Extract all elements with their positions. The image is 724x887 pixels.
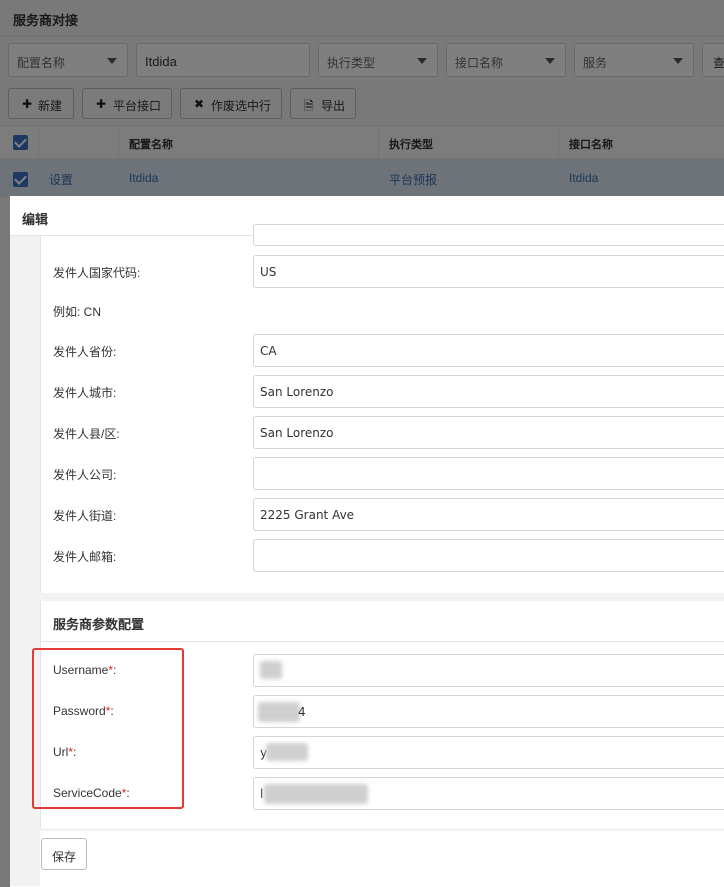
sender-country-code-field[interactable]: US [253,255,724,288]
field-value: 4 [298,705,306,719]
save-button[interactable]: 保存 [41,838,87,870]
edit-modal: 编辑 发件人国家代码: US 例如: CN 发件人省份: CA 发件人城市: S… [10,196,724,887]
field-label: 发件人县/区: [53,427,120,441]
redacted-value [260,661,282,679]
sender-company-field[interactable] [253,457,724,490]
redacted-value [266,743,308,761]
field-label: 发件人国家代码: [53,266,141,280]
field-value: San Lorenzo [260,426,334,440]
text-field[interactable] [253,224,724,246]
url-field[interactable]: y [253,736,724,769]
sender-info-panel: 发件人国家代码: US 例如: CN 发件人省份: CA 发件人城市: San … [40,224,724,593]
sender-email-field[interactable] [253,539,724,572]
field-value: US [260,265,277,279]
section-title: 服务商参数配置 [53,617,145,632]
field-value: San Lorenzo [260,385,334,399]
field-value: 2225 Grant Ave [260,508,355,522]
field-label: 发件人邮箱: [53,550,117,564]
field-label: 发件人省份: [53,345,117,359]
password-field[interactable]: 4 [253,695,724,728]
redacted-value [258,702,300,722]
save-button-label: 保存 [52,850,77,864]
field-label: 发件人街道: [53,509,117,523]
save-area [40,831,724,886]
sender-street-field[interactable]: 2225 Grant Ave [253,498,724,531]
field-label: 发件人城市: [53,386,117,400]
divider [41,641,724,642]
field-label: 发件人公司: [53,468,117,482]
sender-province-field[interactable]: CA [253,334,724,367]
username-field[interactable] [253,654,724,687]
field-value: l [260,787,264,801]
hint-text: 例如: CN [53,305,102,319]
sender-district-field[interactable]: San Lorenzo [253,416,724,449]
field-value: CA [260,344,277,358]
sender-city-field[interactable]: San Lorenzo [253,375,724,408]
servicecode-field[interactable]: l [253,777,724,810]
redacted-value [264,784,368,804]
highlight-box [32,648,184,809]
modal-title: 编辑 [22,212,49,227]
